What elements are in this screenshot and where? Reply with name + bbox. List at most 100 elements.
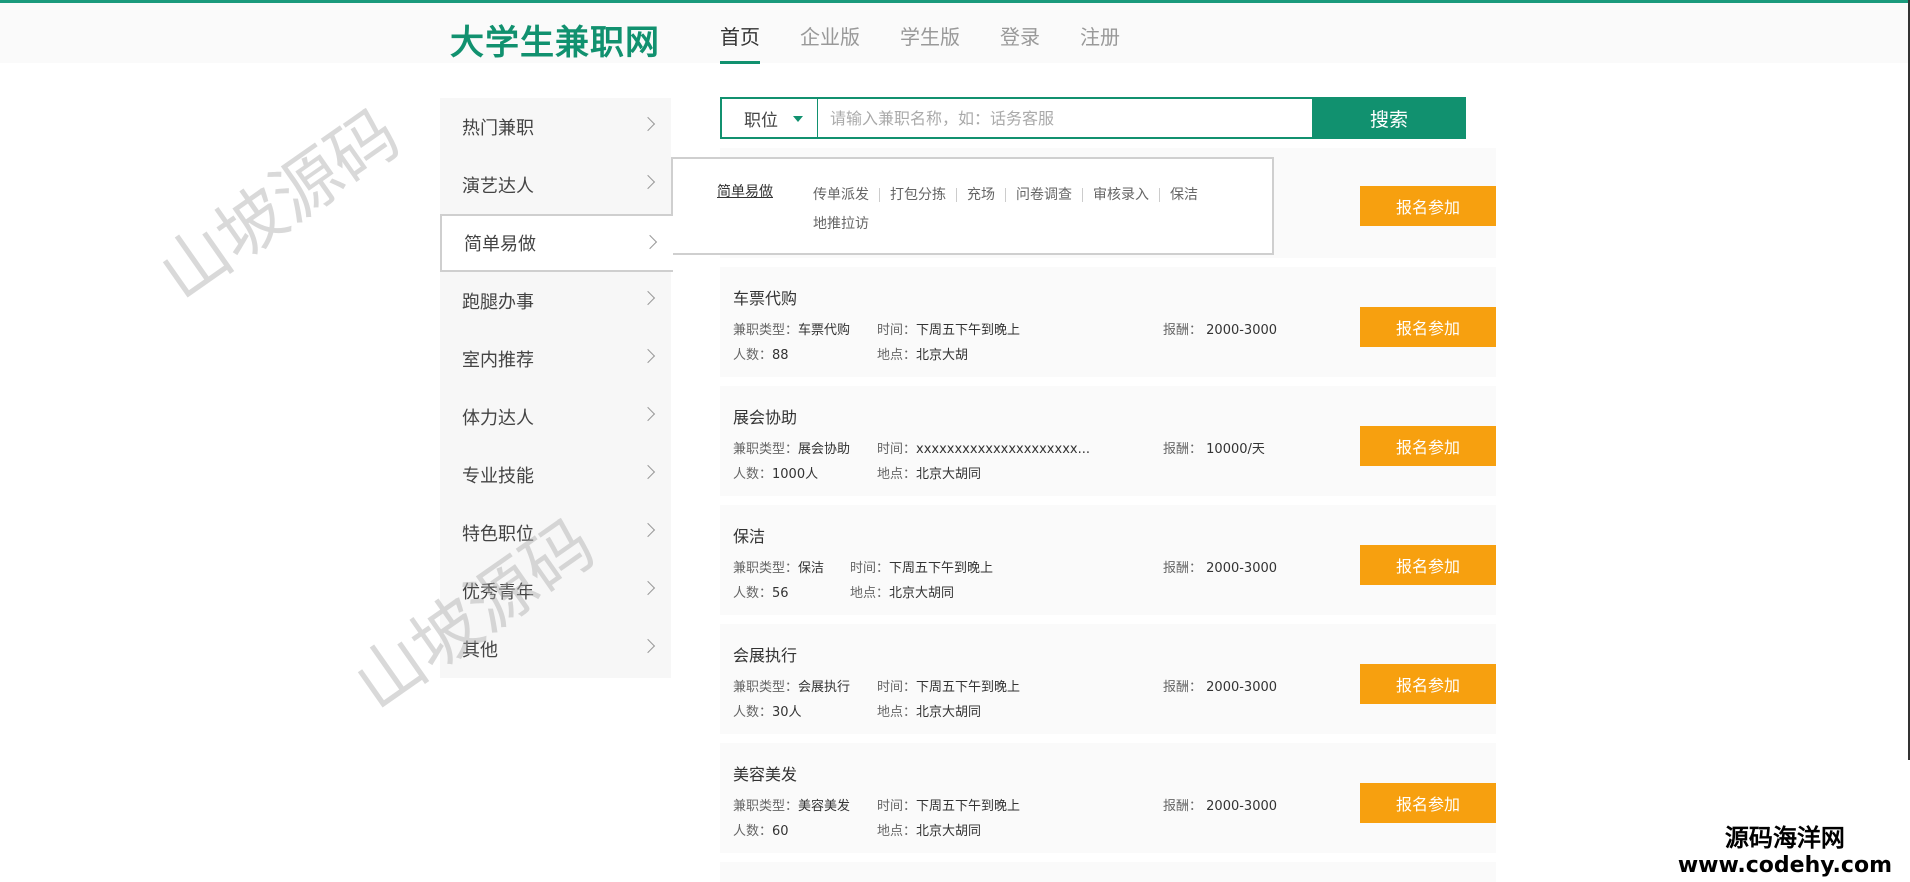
apply-button[interactable]: 报名参加 <box>1360 307 1496 347</box>
sidebar-item-performer[interactable]: 演艺达人 <box>440 156 671 214</box>
apply-button[interactable]: 报名参加 <box>1360 783 1496 823</box>
job-card <box>720 862 1496 882</box>
popup-link[interactable]: 保洁 <box>1159 188 1208 202</box>
nav-enterprise[interactable]: 企业版 <box>800 21 860 64</box>
job-count-value: 1000人 <box>772 467 819 482</box>
sidebar-item-hot[interactable]: 热门兼职 <box>440 98 671 156</box>
sidebar-item-indoor[interactable]: 室内推荐 <box>440 330 671 388</box>
popup-link[interactable]: 问卷调查 <box>1005 188 1082 202</box>
job-place-value: 北京大胡同 <box>916 824 982 839</box>
popup-link[interactable]: 地推拉访 <box>813 217 879 231</box>
search-button[interactable]: 搜索 <box>1312 97 1466 139</box>
job-count-value: 88 <box>772 348 789 363</box>
job-time-value: 下周五下午到晚上 <box>916 799 1021 814</box>
site-logo[interactable]: 大学生兼职网 <box>450 15 660 64</box>
nav-home[interactable]: 首页 <box>720 21 760 64</box>
job-card: 车票代购 兼职类型：车票代购 时间：下周五下午到晚上 报酬： 2000-3000… <box>720 267 1496 377</box>
sidebar-item-label: 跑腿办事 <box>462 292 534 313</box>
corner-watermark-cn: 源码海洋网 <box>1724 824 1845 852</box>
popup-category-title[interactable]: 简单易做 <box>717 181 773 201</box>
job-type-label: 兼职类型： <box>733 680 799 695</box>
apply-button[interactable]: 报名参加 <box>1360 186 1496 226</box>
job-pay-label: 报酬： <box>1163 799 1203 814</box>
chevron-right-icon <box>640 290 656 306</box>
search-type-select[interactable]: 职位 <box>722 99 818 137</box>
sidebar-item-physical[interactable]: 体力达人 <box>440 388 671 446</box>
sidebar-item-errand[interactable]: 跑腿办事 <box>440 272 671 330</box>
job-card: 会展执行 兼职类型：会展执行 时间：下周五下午到晚上 报酬： 2000-3000… <box>720 624 1496 734</box>
job-count-label: 人数： <box>733 586 773 601</box>
job-type-value: 会展执行 <box>798 680 851 695</box>
job-time-label: 时间： <box>850 561 890 576</box>
job-time-label: 时间： <box>877 680 917 695</box>
watermark-text: 山坡源码 <box>145 94 415 316</box>
job-count-label: 人数： <box>733 348 773 363</box>
nav-student[interactable]: 学生版 <box>900 21 960 64</box>
sidebar-item-professional[interactable]: 专业技能 <box>440 446 671 504</box>
job-count-label: 人数： <box>733 705 773 720</box>
job-place-label: 地点： <box>877 824 917 839</box>
main-nav: 首页 企业版 学生版 登录 注册 <box>720 21 1160 64</box>
job-type-label: 兼职类型： <box>733 323 799 338</box>
popup-link[interactable]: 传单派发 <box>813 188 879 202</box>
job-type-value: 展会协助 <box>798 442 851 457</box>
chevron-right-icon <box>640 580 656 596</box>
job-count-value: 60 <box>772 824 789 839</box>
job-title[interactable]: 美容美发 <box>733 761 797 785</box>
popup-links: 传单派发 打包分拣 充场 问卷调查 审核录入 保洁地推拉访 <box>813 181 1253 239</box>
chevron-right-icon <box>640 116 656 132</box>
sidebar-item-label: 室内推荐 <box>462 350 534 371</box>
chevron-right-icon <box>640 522 656 538</box>
chevron-right-icon <box>640 174 656 190</box>
job-pay-label: 报酬： <box>1163 442 1203 457</box>
job-place-label: 地点： <box>850 586 890 601</box>
job-time-value: 下周五下午到晚上 <box>889 561 994 576</box>
corner-watermark-en: www.codehy.com <box>1677 853 1892 878</box>
job-pay-value: 2000-3000 <box>1206 799 1278 814</box>
job-card: 展会协助 兼职类型：展会协助 时间：xxxxxxxxxxxxxxxxxxxxx.… <box>720 386 1496 496</box>
nav-login[interactable]: 登录 <box>1000 21 1040 64</box>
job-type-value: 美容美发 <box>798 799 851 814</box>
job-title[interactable]: 车票代购 <box>733 285 797 309</box>
sidebar-item-label: 热门兼职 <box>462 118 534 139</box>
job-count-label: 人数： <box>733 824 773 839</box>
corner-watermark: 源码海洋网 www.codehy.com <box>1678 818 1892 878</box>
chevron-right-icon <box>640 406 656 422</box>
sidebar-item-label: 优秀青年 <box>462 582 534 603</box>
apply-button[interactable]: 报名参加 <box>1360 545 1496 585</box>
job-place-value: 北京大胡 <box>916 348 969 363</box>
nav-register[interactable]: 注册 <box>1080 21 1120 64</box>
sidebar-item-simple[interactable]: 简单易做 <box>440 214 673 272</box>
search-input[interactable] <box>820 99 1310 137</box>
job-title[interactable]: 展会协助 <box>733 404 797 428</box>
sidebar-item-youth[interactable]: 优秀青年 <box>440 562 671 620</box>
sidebar-item-label: 特色职位 <box>462 524 534 545</box>
popup-link[interactable]: 充场 <box>956 188 1005 202</box>
popup-link[interactable]: 打包分拣 <box>879 188 956 202</box>
search-type-value: 职位 <box>744 110 778 131</box>
job-pay-value: 10000/天 <box>1206 442 1265 457</box>
job-place-label: 地点： <box>877 467 917 482</box>
apply-button[interactable]: 报名参加 <box>1360 426 1496 466</box>
sidebar-item-other[interactable]: 其他 <box>440 620 671 678</box>
chevron-right-icon <box>640 638 656 654</box>
job-time-value: 下周五下午到晚上 <box>916 680 1021 695</box>
job-type-value: 保洁 <box>798 561 825 576</box>
sidebar-item-featured[interactable]: 特色职位 <box>440 504 671 562</box>
job-pay-value: 2000-3000 <box>1206 323 1278 338</box>
job-title[interactable]: 会展执行 <box>733 642 797 666</box>
job-pay-label: 报酬： <box>1163 561 1203 576</box>
sidebar-item-label: 其他 <box>462 640 498 661</box>
job-time-label: 时间： <box>877 323 917 338</box>
job-place-label: 地点： <box>877 348 917 363</box>
job-pay-value: 2000-3000 <box>1206 561 1278 576</box>
job-time-value: 下周五下午到晚上 <box>916 323 1021 338</box>
apply-button[interactable]: 报名参加 <box>1360 664 1496 704</box>
header: 大学生兼职网 首页 企业版 学生版 登录 注册 <box>0 3 1910 64</box>
job-title[interactable]: 保洁 <box>733 523 765 547</box>
job-type-label: 兼职类型： <box>733 799 799 814</box>
popup-link[interactable]: 审核录入 <box>1082 188 1159 202</box>
job-time-value: xxxxxxxxxxxxxxxxxxxxx... <box>916 442 1090 457</box>
category-popup: 简单易做 传单派发 打包分拣 充场 问卷调查 审核录入 保洁地推拉访 <box>671 157 1274 255</box>
job-pay-value: 2000-3000 <box>1206 680 1278 695</box>
